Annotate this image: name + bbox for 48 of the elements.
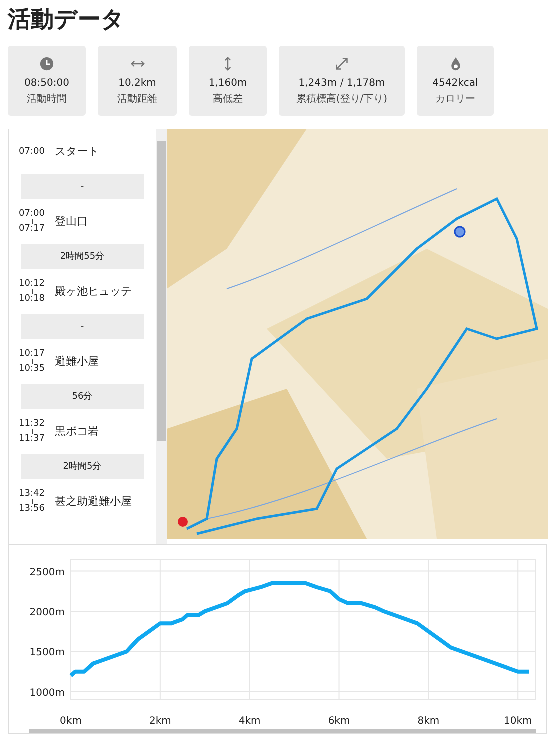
place-name: 黒ボコ岩 xyxy=(55,424,99,439)
time-label: 07:00 xyxy=(19,146,45,156)
duration-label: 56分 xyxy=(21,384,144,409)
duration-label: 2時間55分 xyxy=(21,244,144,269)
y-tick-label: 2000m xyxy=(30,608,65,618)
place-name: 登山口 xyxy=(55,214,88,229)
stat-value: 1,160m xyxy=(208,78,248,88)
x-tick-label: 4km xyxy=(238,716,261,727)
x-tick-label: 2km xyxy=(149,716,172,727)
time-label: 13:56 xyxy=(19,504,45,514)
time-label: 10:17 xyxy=(19,349,45,359)
place-name: 避難小屋 xyxy=(55,354,99,369)
clock-icon xyxy=(40,56,54,70)
x-tick-label: 0km xyxy=(60,716,82,727)
duration-label: - xyxy=(21,174,144,199)
diagonal-arrow-icon xyxy=(335,56,349,70)
horizontal-scroll-bar[interactable] xyxy=(29,729,536,733)
duration-label: - xyxy=(21,314,144,339)
drop-icon xyxy=(448,56,462,70)
y-tick-label: 2500m xyxy=(30,567,65,578)
place-name: 殿ヶ池ヒュッテ xyxy=(55,284,132,299)
time-label: 11:32 xyxy=(19,419,45,429)
time-label: 07:17 xyxy=(19,224,45,234)
x-tick-label: 6km xyxy=(328,716,350,727)
stat-value: 08:50:00 xyxy=(24,78,70,88)
time-label: 10:35 xyxy=(19,364,45,374)
stat-value: 10.2km xyxy=(118,78,156,88)
time-label: 07:00 xyxy=(19,209,45,219)
place-name: スタート xyxy=(55,144,99,159)
stat-label: 高低差 xyxy=(213,92,243,106)
duration-label: 2時間5分 xyxy=(21,454,144,479)
stat-label: カロリー xyxy=(436,92,476,106)
y-tick-label: 1500m xyxy=(30,648,65,659)
x-tick-label: 10km xyxy=(504,716,532,727)
scroll-bar[interactable] xyxy=(156,129,167,544)
time-label: 11:37 xyxy=(19,434,45,444)
time-label: 10:18 xyxy=(19,294,45,304)
stat-label: 累積標高(登り/下り) xyxy=(296,92,388,106)
place-name: 甚之助避難小屋 xyxy=(55,494,132,509)
page-title: 活動データ xyxy=(8,6,126,35)
stat-value: 1,243m / 1,178m xyxy=(298,78,386,88)
y-tick-label: 1000m xyxy=(30,688,65,699)
stat-label: 活動距離 xyxy=(118,92,158,106)
x-tick-label: 8km xyxy=(418,716,440,727)
time-label: 10:12 xyxy=(19,279,45,289)
stat-value: 4542kcal xyxy=(432,78,478,88)
time-label: 13:42 xyxy=(19,489,45,499)
stat-label: 活動時間 xyxy=(27,92,67,106)
